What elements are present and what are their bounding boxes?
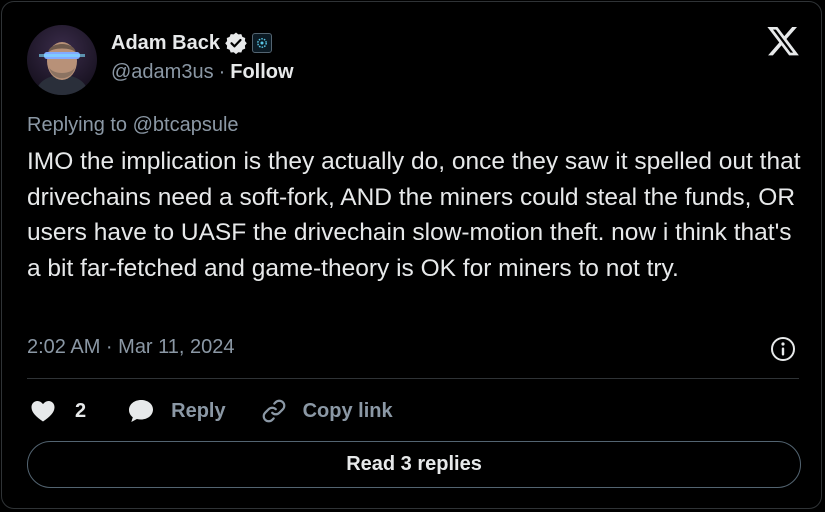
like-button[interactable]: 2 bbox=[30, 399, 86, 423]
tweet-timestamp[interactable]: 2:02 AM · Mar 11, 2024 bbox=[27, 336, 235, 359]
speech-bubble-icon bbox=[127, 398, 155, 424]
affiliate-badge-icon[interactable] bbox=[251, 33, 272, 53]
divider bbox=[27, 378, 799, 379]
link-icon bbox=[261, 398, 287, 424]
info-icon[interactable] bbox=[769, 335, 797, 363]
reply-context: Replying to @btcapsule bbox=[27, 114, 239, 136]
like-count: 2 bbox=[75, 399, 87, 422]
separator-dot: · bbox=[218, 60, 226, 83]
reply-label: Reply bbox=[171, 399, 226, 422]
reply-button[interactable]: Reply bbox=[127, 398, 226, 424]
heart-icon bbox=[30, 399, 56, 423]
copy-link-label: Copy link bbox=[302, 399, 393, 422]
avatar[interactable] bbox=[27, 25, 97, 95]
action-bar: 2 Reply Copy link bbox=[27, 396, 393, 426]
follow-button[interactable]: Follow bbox=[230, 61, 293, 84]
copy-link-button[interactable]: Copy link bbox=[261, 398, 393, 424]
tweet-card: Adam Back @adam3us · Follow Replying to … bbox=[1, 1, 822, 509]
avatar-image bbox=[27, 25, 97, 95]
author-display-name[interactable]: Adam Back bbox=[111, 32, 220, 55]
verified-badge-icon bbox=[224, 31, 248, 55]
x-logo-icon[interactable] bbox=[767, 26, 799, 56]
read-replies-button[interactable]: Read 3 replies bbox=[27, 441, 801, 488]
author-name-row: Adam Back bbox=[111, 30, 272, 56]
tweet-text: IMO the implication is they actually do,… bbox=[27, 148, 801, 282]
author-handle-row: @adam3us · Follow bbox=[111, 59, 294, 85]
author-handle[interactable]: @adam3us bbox=[111, 61, 214, 84]
